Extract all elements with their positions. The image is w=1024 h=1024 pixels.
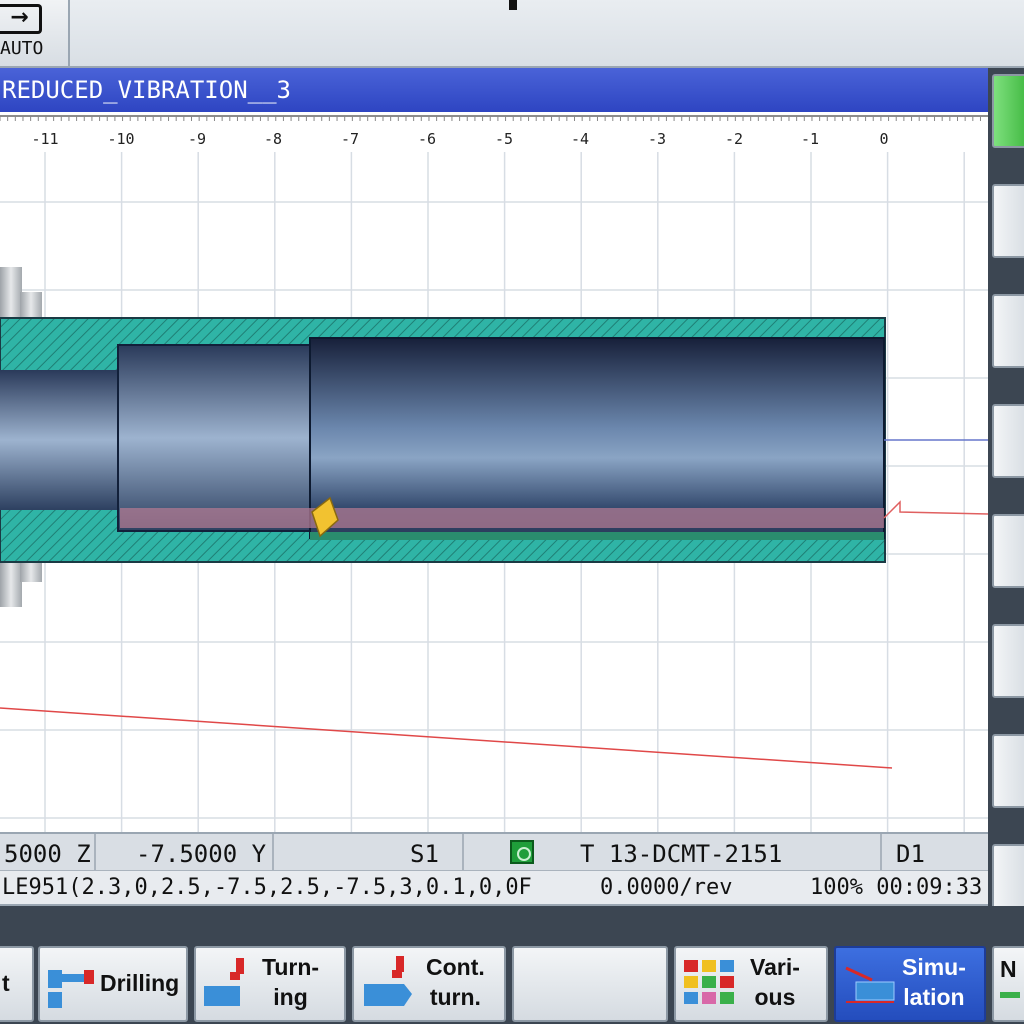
softkey-label: Vari- ous [750, 954, 800, 1010]
toolpath-retract [883, 500, 988, 519]
divider [94, 834, 96, 872]
vertical-softkey-7[interactable] [992, 734, 1024, 808]
vertical-softkey-4[interactable] [992, 404, 1024, 478]
softkey-label: Cont. turn. [426, 954, 485, 1010]
window-title-bar: REDUCED_VIBRATION__3 [0, 68, 988, 112]
vertical-softkey-1[interactable] [992, 74, 1024, 148]
turning-icon [204, 958, 244, 1006]
spindle-status-icon [510, 840, 534, 864]
top-status-strip: → AUTO [0, 0, 1024, 68]
inner-bore-small [0, 370, 120, 510]
vertical-softkey-3[interactable] [992, 294, 1024, 368]
softkey-label: Simu- lation [902, 954, 966, 1010]
vertical-softkey-bar [988, 68, 1024, 918]
spindle-label: S1 [410, 840, 439, 868]
tool-offset: D1 [896, 840, 925, 868]
softkey-partial-right[interactable]: N [992, 946, 1024, 1022]
ruler-tick-label: -5 [495, 130, 513, 148]
program-title: REDUCED_VIBRATION__3 [2, 76, 291, 104]
contour-turning-icon [364, 956, 412, 1006]
softkey-drilling[interactable]: Drilling [38, 946, 188, 1022]
softkey-label: Turn- ing [262, 954, 320, 1010]
softkey-label: t [2, 970, 10, 996]
ruler-tick-label: -1 [801, 130, 819, 148]
ruler-tick-label: -2 [725, 130, 743, 148]
operating-mode-indicator[interactable]: → AUTO [0, 0, 70, 66]
ruler-tick-label: -8 [264, 130, 282, 148]
override-and-time: 100% 00:09:33 [810, 875, 983, 900]
horizontal-softkey-bar: t Drilling Turn- ing Cont. turn. Vari- o… [0, 906, 1024, 1024]
simulation-canvas: -11 -10 -9 -8 -7 -6 -5 -4 -3 -2 -1 0 [0, 112, 988, 832]
toolpath-line [0, 707, 893, 769]
vertical-softkey-2[interactable] [992, 184, 1024, 258]
softkey-simulation[interactable]: Simu- lation [834, 946, 986, 1022]
ruler-tick-label: -7 [341, 130, 359, 148]
softkey-contour-turning[interactable]: Cont. turn. [352, 946, 506, 1022]
softkey-various[interactable]: Vari- ous [674, 946, 828, 1022]
cut-layer [120, 508, 884, 528]
tool-name: T 13-DCMT-2151 [580, 840, 783, 868]
divider [462, 834, 464, 872]
vertical-softkey-5[interactable] [992, 514, 1024, 588]
ruler-tick-label: -9 [188, 130, 206, 148]
ruler-tick-label: -6 [418, 130, 436, 148]
simulation-viewport[interactable]: -11 -10 -9 -8 -7 -6 -5 -4 -3 -2 -1 0 [0, 112, 988, 832]
program-status-row: LE951(2.3,0,2.5,-7.5,2.5,-7.5,3,0.1,0,0F… [0, 870, 988, 906]
inner-bore-middle [117, 344, 311, 532]
vertical-softkey-6[interactable] [992, 624, 1024, 698]
softkey-label: N [1000, 956, 1017, 982]
ruler-tick-label: -3 [648, 130, 666, 148]
finish-layer [310, 532, 884, 540]
drill-icon [48, 970, 94, 1008]
y-position: -7.5000 Y [136, 840, 267, 868]
divider [272, 834, 274, 872]
feed-rate: 0.0000/rev [600, 875, 733, 900]
ruler-tick-label: -11 [31, 130, 58, 148]
divider [880, 834, 882, 872]
softkey-empty[interactable] [512, 946, 668, 1022]
cursor-marker [509, 0, 517, 10]
arrow-right-icon: → [0, 4, 42, 34]
ruler-tick-label: 0 [879, 130, 888, 148]
ruler-tick-label: -4 [571, 130, 589, 148]
x-position: 5000 Z [4, 840, 91, 868]
softkey-label: Drilling [100, 970, 180, 996]
program-line: LE951(2.3,0,2.5,-7.5,2.5,-7.5,3,0.1,0,0F [2, 875, 532, 900]
ruler-tick-label: -10 [107, 130, 134, 148]
green-bar-icon [1000, 992, 1020, 998]
mode-label: AUTO [0, 38, 44, 59]
various-icon [684, 960, 734, 1004]
softkey-partial-left[interactable]: t [0, 946, 34, 1022]
softkey-turning[interactable]: Turn- ing [194, 946, 346, 1022]
simulation-icon [845, 966, 895, 1003]
position-status-row: 5000 Z -7.5000 Y S1 T 13-DCMT-2151 D1 [0, 832, 988, 872]
